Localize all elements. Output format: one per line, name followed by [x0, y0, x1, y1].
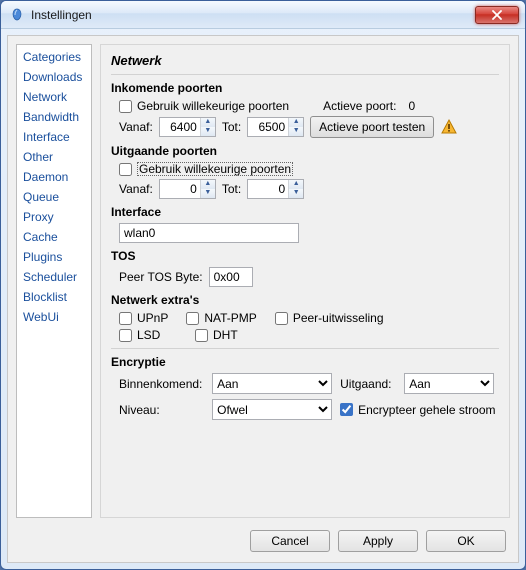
dialog-footer: Cancel Apply OK — [8, 522, 518, 562]
ok-button[interactable]: OK — [426, 530, 506, 552]
incoming-from-input[interactable] — [160, 118, 200, 136]
spin-up-icon[interactable]: ▲ — [289, 180, 303, 189]
enc-fullstream-checkbox[interactable]: Encrypteer gehele stroom — [340, 403, 499, 417]
enc-incoming-label: Binnenkomend: — [119, 377, 204, 391]
active-port-label: Actieve poort: — [323, 99, 396, 113]
sidebar-item-scheduler[interactable]: Scheduler — [17, 267, 91, 287]
incoming-heading: Inkomende poorten — [111, 81, 499, 95]
enc-outgoing-label: Uitgaand: — [340, 377, 396, 391]
lsd-checkbox[interactable]: LSD — [119, 328, 177, 342]
outgoing-random-label: Gebruik willekeurige poorten — [137, 162, 293, 176]
extras-heading: Netwerk extra's — [111, 293, 499, 307]
settings-window: Instellingen Categories Downloads Networ… — [0, 0, 526, 570]
sidebar-item-downloads[interactable]: Downloads — [17, 67, 91, 87]
test-port-button[interactable]: Actieve poort testen — [310, 116, 434, 138]
titlebar[interactable]: Instellingen — [1, 1, 525, 29]
enc-level-label: Niveau: — [119, 403, 204, 417]
window-title: Instellingen — [31, 8, 475, 22]
interface-input[interactable] — [119, 223, 299, 243]
spin-up-icon[interactable]: ▲ — [289, 118, 303, 127]
incoming-random-input[interactable] — [119, 100, 132, 113]
outgoing-to-label: Tot: — [222, 182, 241, 196]
natpmp-checkbox[interactable]: NAT-PMP — [186, 311, 256, 325]
incoming-random-label: Gebruik willekeurige poorten — [137, 99, 289, 113]
sidebar-item-other[interactable]: Other — [17, 147, 91, 167]
main-panel: Netwerk Inkomende poorten Gebruik willek… — [100, 44, 510, 518]
incoming-to-spin[interactable]: ▲▼ — [247, 117, 304, 137]
outgoing-random-checkbox[interactable]: Gebruik willekeurige poorten — [119, 162, 293, 176]
app-icon — [9, 7, 25, 23]
spin-down-icon[interactable]: ▼ — [201, 189, 215, 198]
incoming-from-spin[interactable]: ▲▼ — [159, 117, 216, 137]
sidebar-item-categories[interactable]: Categories — [17, 47, 91, 67]
enc-outgoing-combo[interactable]: Aan — [404, 373, 494, 394]
sidebar-item-proxy[interactable]: Proxy — [17, 207, 91, 227]
incoming-from-label: Vanaf: — [119, 120, 153, 134]
close-button[interactable] — [475, 6, 519, 24]
tos-input[interactable] — [209, 267, 253, 287]
apply-button[interactable]: Apply — [338, 530, 418, 552]
sidebar-item-bandwidth[interactable]: Bandwidth — [17, 107, 91, 127]
encryption-heading: Encryptie — [111, 355, 499, 369]
sidebar-item-interface[interactable]: Interface — [17, 127, 91, 147]
tos-label: Peer TOS Byte: — [119, 270, 203, 284]
pex-checkbox[interactable]: Peer-uitwisseling — [275, 311, 384, 325]
sidebar-item-daemon[interactable]: Daemon — [17, 167, 91, 187]
outgoing-random-input[interactable] — [119, 163, 132, 176]
incoming-random-checkbox[interactable]: Gebruik willekeurige poorten — [119, 99, 289, 113]
spin-down-icon[interactable]: ▼ — [289, 127, 303, 136]
outgoing-heading: Uitgaande poorten — [111, 144, 499, 158]
sidebar-item-queue[interactable]: Queue — [17, 187, 91, 207]
spin-up-icon[interactable]: ▲ — [201, 118, 215, 127]
page-title: Netwerk — [111, 49, 499, 75]
spin-down-icon[interactable]: ▼ — [201, 127, 215, 136]
incoming-to-label: Tot: — [222, 120, 241, 134]
sidebar-item-network[interactable]: Network — [17, 87, 91, 107]
outgoing-from-spin[interactable]: ▲▼ — [159, 179, 216, 199]
incoming-to-input[interactable] — [248, 118, 288, 136]
outgoing-from-label: Vanaf: — [119, 182, 153, 196]
enc-incoming-combo[interactable]: Aan — [212, 373, 332, 394]
upnp-checkbox[interactable]: UPnP — [119, 311, 168, 325]
outgoing-from-input[interactable] — [160, 180, 200, 198]
spin-up-icon[interactable]: ▲ — [201, 180, 215, 189]
active-port-value: 0 — [408, 99, 415, 113]
sidebar-item-webui[interactable]: WebUi — [17, 307, 91, 327]
category-sidebar: Categories Downloads Network Bandwidth I… — [16, 44, 92, 518]
separator — [111, 348, 499, 349]
sidebar-item-plugins[interactable]: Plugins — [17, 247, 91, 267]
spin-down-icon[interactable]: ▼ — [289, 189, 303, 198]
dht-checkbox[interactable]: DHT — [195, 328, 238, 342]
dialog-body: Categories Downloads Network Bandwidth I… — [7, 35, 519, 563]
warning-icon — [440, 118, 458, 136]
outgoing-to-input[interactable] — [248, 180, 288, 198]
tos-heading: TOS — [111, 249, 499, 263]
sidebar-item-cache[interactable]: Cache — [17, 227, 91, 247]
sidebar-item-blocklist[interactable]: Blocklist — [17, 287, 91, 307]
enc-fullstream-input[interactable] — [340, 403, 353, 416]
outgoing-to-spin[interactable]: ▲▼ — [247, 179, 304, 199]
interface-heading: Interface — [111, 205, 499, 219]
close-icon — [492, 10, 502, 20]
enc-level-combo[interactable]: Ofwel — [212, 399, 332, 420]
cancel-button[interactable]: Cancel — [250, 530, 330, 552]
